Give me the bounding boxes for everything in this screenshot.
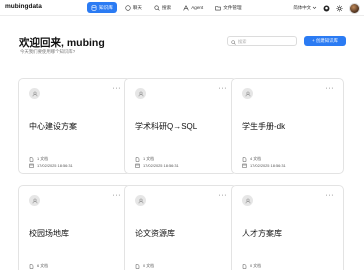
card-date: 17/02/2025 18:56:31 [135, 163, 179, 168]
nav-label: 知识库 [99, 4, 113, 10]
knowledge-base-card[interactable]: ··· 学术科研Q→SQL 1 文档 17/02/2025 18:56:31 [124, 78, 237, 174]
date-text: 17/02/2025 18:56:31 [37, 163, 73, 168]
document-icon [242, 263, 247, 269]
nav-item-knowledge-base[interactable]: 知识库 [87, 2, 117, 13]
main-nav: 知识库 聊天 搜索 Agent 文件管理 [87, 2, 246, 13]
doc-count-text: 4 文档 [250, 156, 262, 161]
page-title: 欢迎回来, mubing [19, 37, 105, 49]
user-avatar[interactable] [349, 2, 360, 14]
card-title: 人才方案库 [242, 229, 282, 238]
doc-count-text: 0 文档 [143, 263, 155, 268]
knowledge-base-card[interactable]: ··· 人才方案库 0 文档 [231, 185, 344, 270]
calendar-icon [29, 163, 34, 168]
document-icon [29, 263, 34, 269]
search-input[interactable] [238, 38, 293, 44]
card-title: 校园场地库 [29, 229, 69, 238]
card-doc-count: 1 文档 [29, 156, 48, 162]
doc-count-text: 6 文档 [37, 263, 49, 268]
calendar-icon [242, 163, 247, 168]
card-date: 17/02/2025 18:56:31 [242, 163, 286, 168]
user-icon [32, 198, 37, 203]
create-knowledge-base-button[interactable]: + 创建知识库 [304, 36, 346, 46]
date-text: 17/02/2025 18:56:31 [143, 163, 179, 168]
doc-count-text: 1 文档 [37, 156, 49, 161]
more-options-icon[interactable]: ··· [219, 192, 228, 199]
more-options-icon[interactable]: ··· [113, 192, 122, 199]
knowledge-base-card[interactable]: ··· 论文资源库 0 文档 [124, 185, 237, 270]
user-icon [138, 91, 143, 96]
chevron-down-icon [312, 5, 317, 11]
card-title: 论文资源库 [135, 229, 175, 238]
page-subtitle: 今天我们要使用哪个知识库? [20, 49, 76, 54]
knowledge-base-avatar [29, 195, 40, 206]
card-title: 学生手册-dk [242, 122, 286, 131]
folder-icon [215, 5, 221, 11]
knowledge-base-avatar [135, 195, 146, 206]
more-options-icon[interactable]: ··· [219, 85, 228, 92]
document-icon [135, 263, 140, 269]
language-selector[interactable]: 简体中文 [293, 5, 317, 11]
nav-item-agent[interactable]: Agent [179, 2, 207, 13]
chat-icon [125, 4, 131, 11]
nav-item-search[interactable]: 搜索 [150, 2, 175, 13]
knowledge-base-card[interactable]: ··· 校园场地库 6 文档 [18, 185, 131, 270]
knowledge-base-avatar [29, 88, 40, 99]
app-logo[interactable]: mubingdata [5, 3, 42, 10]
more-options-icon[interactable]: ··· [113, 85, 122, 92]
document-icon [29, 156, 34, 162]
knowledge-base-avatar [135, 88, 146, 99]
knowledge-base-card[interactable]: ··· 学生手册-dk 4 文档 17/02/2025 18:56:31 [231, 78, 344, 174]
search-icon [154, 4, 160, 11]
user-icon [32, 91, 37, 96]
search-box[interactable] [227, 36, 297, 46]
github-icon[interactable] [323, 5, 330, 12]
nav-label: Agent [191, 5, 204, 10]
user-icon [245, 91, 250, 96]
nav-item-chat[interactable]: 聊天 [121, 2, 146, 13]
knowledge-base-avatar [242, 195, 253, 206]
user-icon [138, 198, 143, 203]
card-title: 中心建设方案 [29, 122, 77, 131]
agent-icon [183, 4, 189, 11]
user-icon [245, 198, 250, 203]
doc-count-text: 0 文档 [250, 263, 262, 268]
nav-label: 搜索 [162, 4, 172, 10]
calendar-icon [135, 163, 140, 168]
more-options-icon[interactable]: ··· [326, 192, 335, 199]
card-doc-count: 1 文档 [135, 156, 154, 162]
search-icon [231, 32, 236, 50]
language-label: 简体中文 [293, 5, 311, 10]
knowledge-base-avatar [242, 88, 253, 99]
card-title: 学术科研Q→SQL [135, 122, 198, 131]
nav-label: 聊天 [132, 4, 142, 10]
database-icon [91, 4, 97, 11]
card-date: 17/02/2025 18:56:31 [29, 163, 73, 168]
card-doc-count: 0 文档 [135, 263, 154, 269]
card-doc-count: 4 文档 [242, 156, 261, 162]
nav-item-file-management[interactable]: 文件管理 [211, 2, 245, 13]
right-toolbar: 简体中文 [293, 2, 360, 14]
more-options-icon[interactable]: ··· [326, 85, 335, 92]
card-doc-count: 6 文档 [29, 263, 48, 269]
nav-label: 文件管理 [223, 4, 242, 10]
top-nav-bar: mubingdata 知识库 聊天 搜索 Agent 文件管理 简体中文 [0, 0, 364, 16]
document-icon [242, 156, 247, 162]
card-doc-count: 0 文档 [242, 263, 261, 269]
document-icon [135, 156, 140, 162]
knowledge-base-card[interactable]: ··· 中心建设方案 1 文档 17/02/2025 18:56:31 [18, 78, 131, 174]
doc-count-text: 1 文档 [143, 156, 155, 161]
date-text: 17/02/2025 18:56:31 [250, 163, 286, 168]
sun-icon[interactable] [336, 4, 343, 12]
